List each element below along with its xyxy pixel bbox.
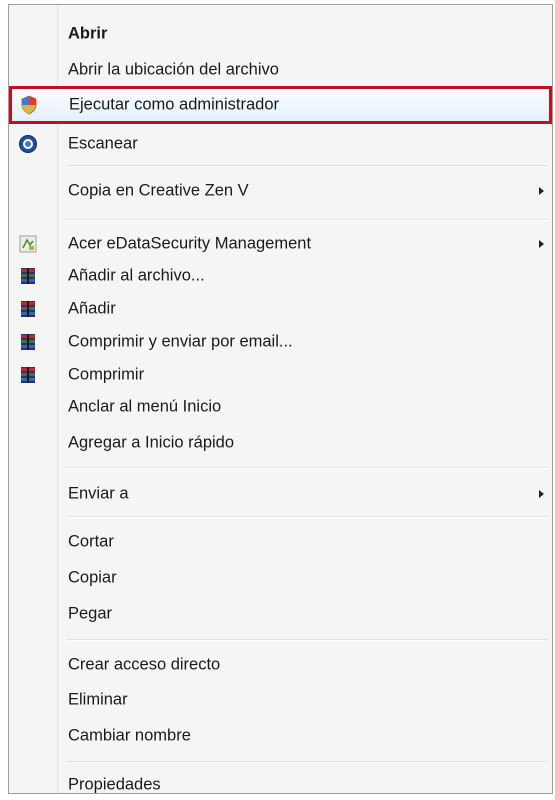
menu-item-escanear[interactable]: Escanear: [10, 129, 551, 159]
winrar-icon: [18, 365, 38, 385]
uac-shield-icon: [19, 95, 39, 115]
menu-item-copia-en-creative-zen[interactable]: Copia en Creative Zen V: [10, 176, 551, 206]
menu-item-comprimir[interactable]: Comprimir: [10, 360, 551, 390]
menu-item-anadir-al-archivo[interactable]: Añadir al archivo...: [10, 261, 551, 291]
submenu-arrow-icon: [539, 240, 544, 248]
menu-item-label: Ejecutar como administrador: [69, 95, 280, 114]
menu-item-label: Añadir: [68, 299, 116, 318]
menu-item-anadir[interactable]: Añadir: [10, 294, 551, 324]
menu-separator: [67, 467, 548, 469]
menu-item-enviar-a[interactable]: Enviar a: [10, 479, 551, 509]
antivirus-scan-icon: [18, 134, 38, 154]
menu-item-label: Cortar: [68, 532, 114, 551]
menu-item-label: Anclar al menú Inicio: [68, 397, 222, 416]
submenu-arrow-icon: [539, 490, 544, 498]
menu-item-cortar[interactable]: Cortar: [10, 527, 551, 557]
menu-separator: [67, 761, 548, 763]
menu-item-comprimir-y-enviar[interactable]: Comprimir y enviar por email...: [10, 327, 551, 357]
menu-item-label: Escanear: [68, 134, 138, 153]
menu-separator: [67, 516, 548, 518]
menu-item-crear-acceso-directo[interactable]: Crear acceso directo: [10, 650, 551, 680]
acer-edatasecurity-icon: [18, 234, 38, 254]
menu-item-label: Crear acceso directo: [68, 655, 221, 674]
menu-item-label: Agregar a Inicio rápido: [68, 433, 235, 452]
menu-item-agregar-a-inicio-rapido[interactable]: Agregar a Inicio rápido: [10, 428, 551, 458]
menu-separator: [67, 639, 548, 641]
menu-separator: [67, 165, 548, 167]
menu-item-label: Eliminar: [68, 690, 128, 709]
menu-item-copiar[interactable]: Copiar: [10, 563, 551, 593]
menu-item-eliminar[interactable]: Eliminar: [10, 685, 551, 715]
menu-item-label: Abrir la ubicación del archivo: [68, 60, 279, 79]
menu-item-abrir[interactable]: Abrir: [10, 19, 551, 49]
menu-item-acer-edatasecurity[interactable]: Acer eDataSecurity Management: [10, 229, 551, 259]
context-menu: Abrir Abrir la ubicación del archivo Eje…: [8, 4, 553, 794]
menu-item-anclar-al-menu-inicio[interactable]: Anclar al menú Inicio: [10, 392, 551, 422]
winrar-icon: [18, 299, 38, 319]
menu-item-pegar[interactable]: Pegar: [10, 599, 551, 629]
menu-item-label: Pegar: [68, 604, 113, 623]
menu-item-label: Copia en Creative Zen V: [68, 181, 249, 200]
menu-item-label: Abrir: [68, 24, 108, 43]
menu-item-abrir-ubicacion[interactable]: Abrir la ubicación del archivo: [10, 55, 551, 85]
menu-item-ejecutar-como-administrador[interactable]: Ejecutar como administrador: [9, 86, 552, 124]
menu-item-label: Comprimir: [68, 365, 145, 384]
menu-item-label: Enviar a: [68, 484, 129, 503]
winrar-icon: [18, 266, 38, 286]
menu-item-label: Cambiar nombre: [68, 726, 191, 745]
menu-item-label: Copiar: [68, 568, 117, 587]
menu-separator: [67, 219, 548, 221]
menu-item-label: Acer eDataSecurity Management: [68, 234, 312, 253]
menu-item-label: Propiedades: [68, 775, 161, 794]
menu-item-cambiar-nombre[interactable]: Cambiar nombre: [10, 721, 551, 751]
winrar-icon: [18, 332, 38, 352]
menu-item-label: Añadir al archivo...: [68, 266, 205, 285]
submenu-arrow-icon: [539, 187, 544, 195]
menu-item-label: Comprimir y enviar por email...: [68, 332, 293, 351]
